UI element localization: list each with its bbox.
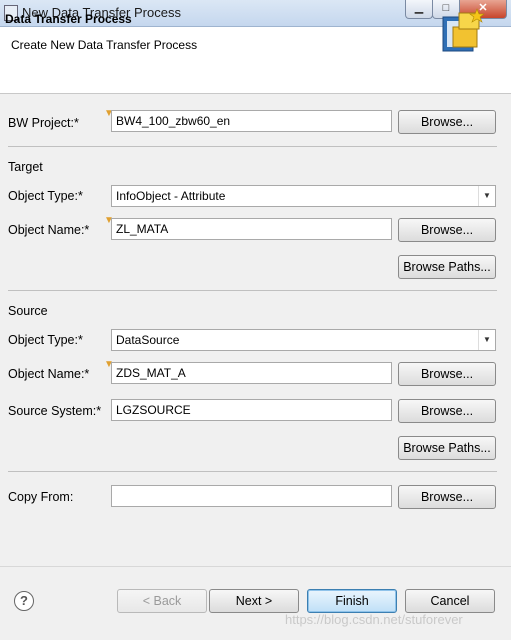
finish-button[interactable]: Finish xyxy=(307,589,397,613)
target-object-type-value: InfoObject - Attribute xyxy=(116,189,226,203)
target-object-name-field[interactable]: ZL_MATA xyxy=(111,218,392,240)
source-browse-button[interactable]: Browse... xyxy=(398,362,496,386)
target-object-type-label: Object Type:* xyxy=(8,189,83,203)
chevron-down-icon[interactable]: ▼ xyxy=(478,330,495,350)
source-system-label: Source System:* xyxy=(8,404,102,418)
copy-from-browse-button[interactable]: Browse... xyxy=(398,485,496,509)
target-object-name-label: Object Name:* xyxy=(8,223,90,237)
separator xyxy=(8,471,497,472)
next-button[interactable]: Next > xyxy=(209,589,299,613)
source-object-name-field[interactable]: ZDS_MAT_A xyxy=(111,362,392,384)
copy-from-label: Copy From: xyxy=(8,490,74,504)
help-icon[interactable]: ? xyxy=(14,591,34,611)
separator xyxy=(8,290,497,291)
copy-from-field[interactable] xyxy=(111,485,392,507)
bw-project-browse-button[interactable]: Browse... xyxy=(398,110,496,134)
footer-divider xyxy=(0,566,511,567)
target-section-label: Target xyxy=(8,160,43,174)
source-object-type-label: Object Type:* xyxy=(8,333,83,347)
source-object-name-label: Object Name:* xyxy=(8,367,90,381)
source-system-field[interactable]: LGZSOURCE xyxy=(111,399,392,421)
cancel-button[interactable]: Cancel xyxy=(405,589,495,613)
page-title: Data Transfer Process xyxy=(5,12,132,26)
watermark: https://blog.csdn.net/stuforever xyxy=(285,612,463,627)
source-system-browse-button[interactable]: Browse... xyxy=(398,399,496,423)
page-subtitle: Create New Data Transfer Process xyxy=(11,38,198,52)
target-browse-button[interactable]: Browse... xyxy=(398,218,496,242)
bw-project-field[interactable]: BW4_100_zbw60_en xyxy=(111,110,392,132)
target-browse-paths-button[interactable]: Browse Paths... xyxy=(398,255,496,279)
source-object-type-value: DataSource xyxy=(116,333,180,347)
chevron-down-icon[interactable]: ▼ xyxy=(478,186,495,206)
separator xyxy=(8,146,497,147)
wizard-banner-icon xyxy=(442,8,485,52)
source-section-label: Source xyxy=(8,304,48,318)
back-button[interactable]: < Back xyxy=(117,589,207,613)
bw-project-label: BW Project:* xyxy=(8,116,79,130)
target-object-type-select[interactable]: InfoObject - Attribute ▼ xyxy=(111,185,496,207)
minimize-button[interactable]: ▁ xyxy=(405,0,433,19)
source-object-type-select[interactable]: DataSource ▼ xyxy=(111,329,496,351)
source-browse-paths-button[interactable]: Browse Paths... xyxy=(398,436,496,460)
